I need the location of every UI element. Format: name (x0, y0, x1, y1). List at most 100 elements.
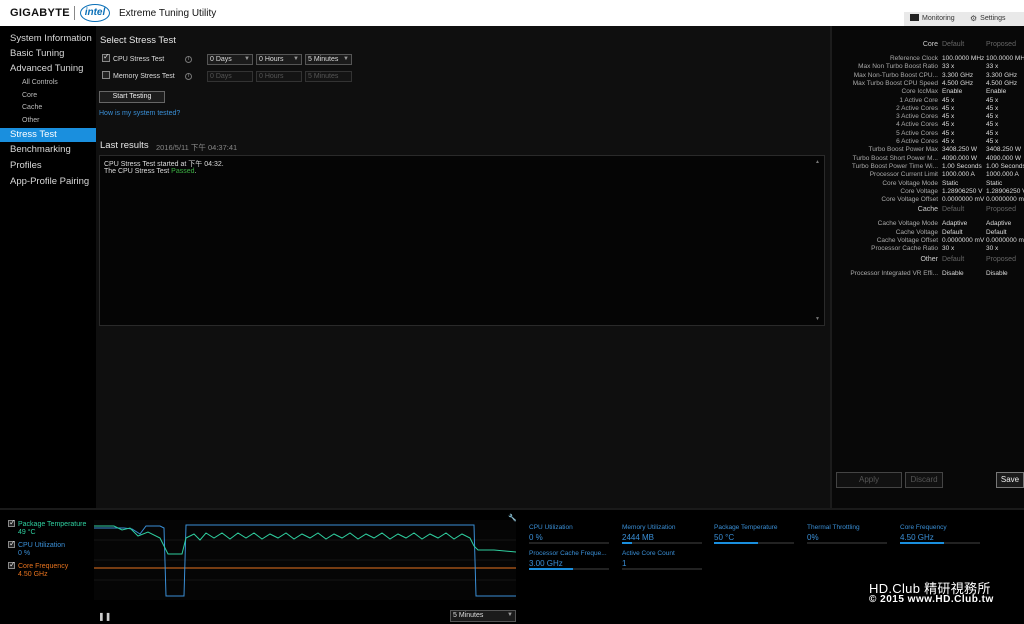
monitor-tile[interactable]: Active Core Count 1 (622, 550, 704, 572)
settings-button[interactable]: ⚙ Settings (970, 14, 1005, 23)
tuning-row[interactable]: 5 Active Cores 45 x 45 x (832, 130, 1024, 138)
tuning-row-label: Processor Current Limit (869, 171, 938, 179)
sidebar-item-stress-test[interactable]: Stress Test (0, 128, 96, 142)
tuning-row-label: 4 Active Cores (896, 121, 938, 129)
watermark-line2: © 2015 www.HD.Club.tw (869, 594, 994, 605)
monitor-tile[interactable]: Processor Cache Freque... 3.00 GHz (529, 550, 611, 572)
monitor-tile[interactable]: Memory Utilization 2444 MB (622, 524, 704, 546)
legend-cpu-utilization[interactable]: CPU Utilization (8, 539, 65, 549)
monitoring-button[interactable]: Monitoring (910, 14, 955, 22)
tuning-row[interactable]: Turbo Boost Power Max 3408.250 W 3408.250 … (832, 146, 1024, 154)
tuning-row-label: Turbo Boost Short Power M... (852, 154, 938, 162)
monitor-tile[interactable]: CPU Utilization 0 % (529, 524, 611, 546)
tile-bar-fill (714, 542, 758, 544)
tuning-row[interactable]: 4 Active Cores 45 x 45 x (832, 121, 1024, 129)
tuning-values-panel: Core Default Proposed Reference Clock 100… (830, 26, 1024, 508)
proposed-header: Proposed (986, 255, 1016, 263)
tuning-row[interactable]: Core IccMax Enable Enable (832, 88, 1024, 96)
cpu-stress-checkbox-row[interactable]: CPU Stress Test (102, 52, 192, 64)
sidebar-item-cache[interactable]: Cache (0, 102, 96, 114)
memory-stress-checkbox[interactable] (102, 71, 110, 79)
graph-duration-select[interactable]: 5 Minutes ▼ (450, 610, 516, 622)
tuning-row[interactable]: Reference Clock 100.0000 MHz100.0000 MHz (832, 55, 1024, 63)
tuning-row-default: 45 x (942, 138, 955, 145)
tuning-row-proposed: 45 x (986, 96, 999, 104)
tuning-row[interactable]: Cache Voltage Default Default (832, 229, 1024, 237)
tuning-row[interactable]: Max Turbo Boost CPU Speed 4.500 GHz 4.500 … (832, 80, 1024, 88)
result-line-status: The CPU Stress Test Passed. (104, 168, 196, 175)
legend-core-frequency[interactable]: Core Frequency (8, 560, 68, 570)
cache-header-label: Cache (917, 206, 938, 214)
legend-package-temperature[interactable]: Package Temperature (8, 518, 86, 528)
discard-button[interactable]: Discard (905, 472, 943, 488)
monitor-tile[interactable]: Package Temperature 50 °C (714, 524, 796, 546)
tuning-row-default: 45 x (942, 129, 955, 137)
tuning-row[interactable]: Turbo Boost Short Power M... 4090.000 W 40… (832, 155, 1024, 163)
sidebar-item-app-profile-pairing[interactable]: App-Profile Pairing (0, 175, 96, 189)
tuning-row[interactable]: Processor Cache Ratio 30 x 30 x (832, 245, 1024, 253)
tuning-row[interactable]: 1 Active Core 45 x 45 x (832, 97, 1024, 105)
pause-icon[interactable]: ❚❚ (98, 612, 111, 621)
tuning-row-proposed: 45 x (986, 129, 999, 137)
apply-button[interactable]: Apply (836, 472, 902, 488)
save-button[interactable]: Save (996, 472, 1024, 488)
sidebar-item-other[interactable]: Other (0, 115, 96, 127)
sidebar-item-basic-tuning[interactable]: Basic Tuning (0, 47, 96, 61)
tuning-row[interactable]: 6 Active Cores 45 x 45 x (832, 138, 1024, 146)
monitor-tile[interactable]: Core Frequency 4.50 GHz (900, 524, 982, 546)
other-section-header: Other Default Proposed (832, 256, 1024, 266)
tuning-row[interactable]: Cache Voltage Offset 0.0000000 mV 0.000000… (832, 237, 1024, 245)
tuning-row[interactable]: 3 Active Cores 45 x 45 x (832, 113, 1024, 121)
tuning-row[interactable]: Max Non Turbo Boost Ratio 33 x 33 x (832, 63, 1024, 71)
tuning-row[interactable]: Processor Current Limit 1000.000 A 1000.00… (832, 171, 1024, 179)
tile-value: 50 °C (714, 533, 735, 542)
sidebar-item-all-controls[interactable]: All Controls (0, 77, 96, 89)
tuning-row[interactable]: Core Voltage Mode Static Static (832, 180, 1024, 188)
intel-logo: intel (80, 4, 110, 22)
help-link[interactable]: How is my system tested? (99, 110, 180, 117)
cpu-stress-checkbox[interactable] (102, 52, 110, 62)
tuning-row-label: Core IccMax (901, 88, 938, 96)
tile-value: 0% (807, 533, 819, 542)
graph-settings-icon[interactable]: 🔧 (508, 514, 517, 522)
cpu-minutes-select[interactable]: 5 Minutes ▼ (305, 54, 352, 65)
info-icon[interactable]: i (185, 73, 192, 80)
info-icon[interactable]: i (185, 56, 192, 63)
tuning-row[interactable]: Core Voltage Offset 0.0000000 mV 0.0000000… (832, 196, 1024, 204)
cpu-util-checkbox[interactable] (8, 539, 16, 548)
tile-value: 3.00 GHz (529, 559, 563, 568)
scroll-up-icon[interactable]: ▲ (815, 159, 820, 165)
package-temp-checkbox[interactable] (8, 518, 16, 527)
tuning-row-default: 30 x (942, 245, 955, 253)
tuning-row[interactable]: Max Non-Turbo Boost CPU... 3.300 GHz 3.300… (832, 72, 1024, 80)
tile-value: 0 % (529, 533, 543, 542)
sidebar-item-benchmarking[interactable]: Benchmarking (0, 143, 96, 157)
tuning-row[interactable]: 2 Active Cores 45 x 45 x (832, 105, 1024, 113)
tuning-row-proposed: 3.300 GHz (986, 71, 1018, 79)
results-log[interactable]: CPU Stress Test started at 下午 04:32. The… (99, 155, 825, 326)
tuning-row[interactable]: Core Voltage 1.28906250 V 1.28906250 V (832, 188, 1024, 196)
tuning-row-default: 0.0000000 mV (942, 237, 985, 244)
cpu-hours-select[interactable]: 0 Hours ▼ (256, 54, 302, 65)
tuning-row-proposed: 45 x (986, 104, 999, 112)
tuning-row-proposed: 4090.000 W (986, 154, 1022, 162)
tuning-row[interactable]: Cache Voltage Mode Adaptive Adaptive (832, 220, 1024, 228)
core-freq-checkbox[interactable] (8, 560, 16, 569)
cpu-days-select[interactable]: 0 Days ▼ (207, 54, 253, 65)
sidebar-item-core[interactable]: Core (0, 90, 96, 102)
start-testing-button[interactable]: Start Testing (99, 91, 165, 103)
monitor-tile[interactable]: Thermal Throttling 0% (807, 524, 889, 546)
sidebar-item-advanced-tuning[interactable]: Advanced Tuning (0, 62, 96, 76)
monitor-icon (910, 14, 919, 21)
memory-stress-checkbox-row[interactable]: Memory Stress Test (102, 71, 192, 81)
sidebar-item-profiles[interactable]: Profiles (0, 159, 96, 173)
tuning-row-proposed: 0.0000000 mV (986, 196, 1024, 204)
tile-label: CPU Utilization (529, 524, 573, 531)
tuning-row[interactable]: Turbo Boost Power Time Wi... 1.00 Seconds… (832, 163, 1024, 171)
scroll-down-icon[interactable]: ▼ (815, 316, 820, 322)
tuning-row[interactable]: Processor Integrated VR Effi... Disable Di… (832, 270, 1024, 278)
tuning-row-default: 4.500 GHz (942, 79, 974, 87)
tuning-row-proposed: 45 x (986, 113, 999, 121)
legend-value: 49 °C (18, 529, 36, 536)
sidebar-item-system-information[interactable]: System Information (0, 32, 96, 46)
